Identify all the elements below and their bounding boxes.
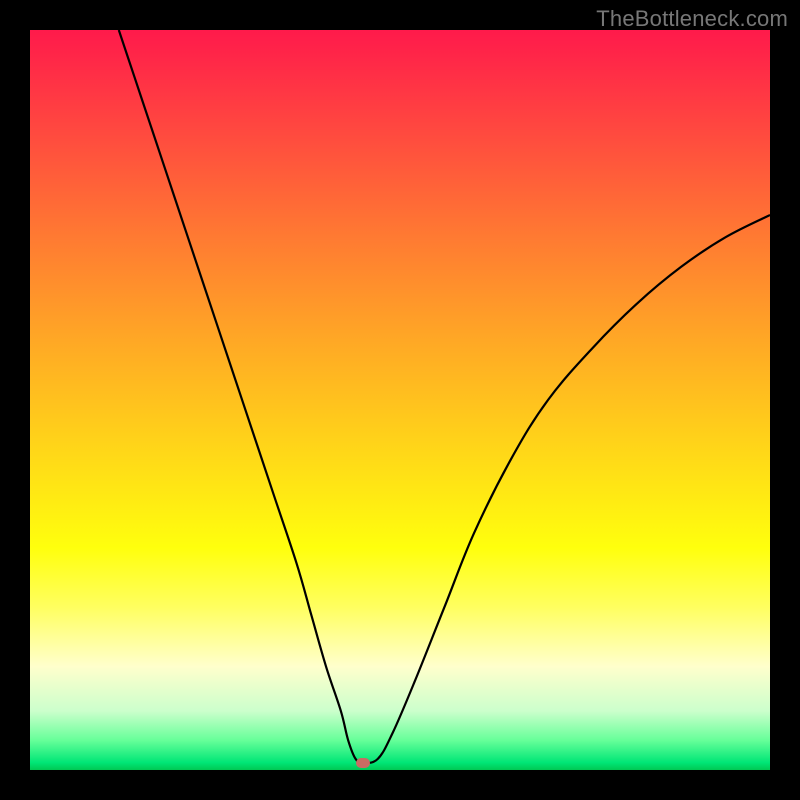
watermark-text: TheBottleneck.com xyxy=(596,6,788,32)
plot-area xyxy=(30,30,770,770)
optimum-marker xyxy=(356,758,370,768)
bottleneck-curve xyxy=(30,30,770,770)
chart-container: TheBottleneck.com xyxy=(0,0,800,800)
